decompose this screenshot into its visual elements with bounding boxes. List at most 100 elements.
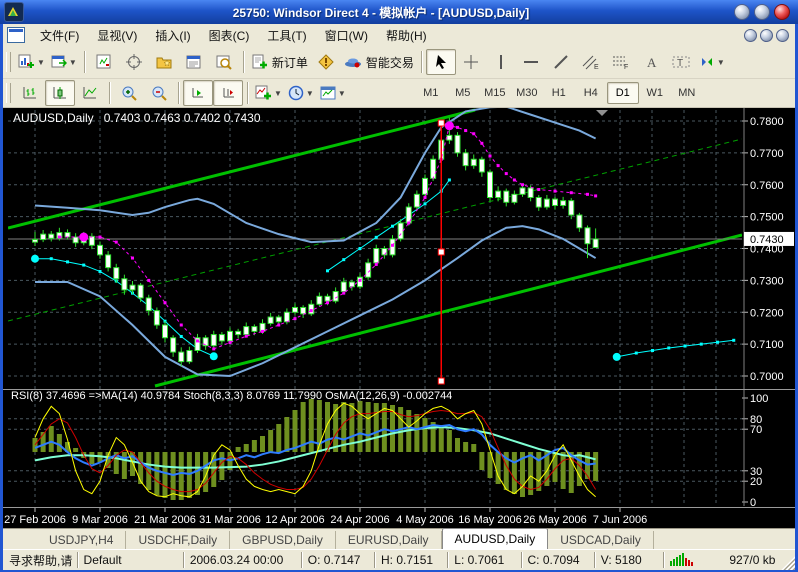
horizontal-line-tool-button[interactable] — [516, 49, 546, 75]
restore-button[interactable] — [754, 4, 770, 20]
market-watch-button[interactable] — [89, 49, 119, 75]
chart-window-icon[interactable] — [7, 27, 25, 43]
indicator-values-label: RSI(8) 37.4696 =>MA(14) 40.9784 Stoch(8,… — [11, 390, 452, 402]
chart-tab-audusd[interactable]: AUDUSD,Daily — [442, 528, 549, 550]
indicators-button[interactable]: ▼ — [252, 80, 285, 106]
chevron-down-icon: ▼ — [69, 58, 77, 67]
svg-text:F: F — [624, 64, 628, 70]
trendline-tool-button[interactable] — [546, 49, 576, 75]
chevron-down-icon: ▼ — [306, 89, 314, 98]
timeframe-button-m1[interactable]: M1 — [415, 82, 447, 104]
line-chart-icon — [82, 85, 98, 101]
svg-text:12 Apr 2006: 12 Apr 2006 — [265, 514, 324, 526]
timeframe-button-d1[interactable]: D1 — [607, 82, 639, 104]
crosshair-target-icon — [126, 54, 142, 70]
window-titlebar[interactable]: 25750: Windsor Direct 4 - 模拟帐户 - [AUDUSD… — [0, 0, 798, 24]
crosshair-tool-button[interactable] — [456, 49, 486, 75]
svg-text:A: A — [647, 55, 657, 70]
svg-text:9 Mar 2006: 9 Mar 2006 — [72, 514, 128, 526]
svg-text:20: 20 — [750, 476, 762, 488]
chart-shift-button[interactable] — [213, 80, 243, 106]
chevron-down-icon: ▼ — [717, 58, 725, 67]
chart-area[interactable]: 0.78000.77000.76000.75000.74000.73000.72… — [3, 108, 795, 528]
chart-symbol-label: AUDUSD,Daily 0.7403 0.7463 0.7402 0.7430 — [13, 111, 261, 125]
chart-tab-eurusd[interactable]: EURUSD,Daily — [336, 531, 442, 549]
child-restore-button[interactable] — [760, 29, 773, 42]
menu-item-2[interactable]: 插入(I) — [146, 24, 199, 47]
profiles-button[interactable]: ▼ — [48, 49, 80, 75]
menu-item-0[interactable]: 文件(F) — [31, 24, 88, 47]
timeframe-button-h4[interactable]: H4 — [575, 82, 607, 104]
fibonacci-icon: F — [612, 54, 630, 70]
timeframe-button-h1[interactable]: H1 — [543, 82, 575, 104]
line-chart-button[interactable] — [75, 80, 105, 106]
new-order-button[interactable]: 新订单 — [248, 49, 311, 75]
timeframe-button-m5[interactable]: M5 — [447, 82, 479, 104]
chart-shift-icon — [220, 85, 236, 101]
bar-chart-icon — [22, 85, 38, 101]
chart-tab-usdjpy[interactable]: USDJPY,H4 — [37, 531, 126, 549]
navigator-button[interactable] — [149, 49, 179, 75]
chart-tab-gbpusd[interactable]: GBPUSD,Daily — [230, 531, 336, 549]
status-close-value: C: 0.7094 — [522, 553, 594, 567]
menu-item-4[interactable]: 工具(T) — [258, 24, 315, 47]
status-bar: 寻求帮助,请 Default 2006.03.24 00:00 O: 0.714… — [3, 549, 795, 570]
menu-item-1[interactable]: 显视(V) — [88, 24, 146, 47]
bar-chart-button[interactable] — [15, 80, 45, 106]
candlestick-chart-button[interactable] — [45, 80, 75, 106]
expert-hat-icon — [344, 54, 362, 70]
profiles-icon — [51, 54, 67, 70]
cursor-tool-button[interactable] — [426, 49, 456, 75]
timeframe-button-w1[interactable]: W1 — [639, 82, 671, 104]
data-window-button[interactable] — [119, 49, 149, 75]
svg-text:0.7800: 0.7800 — [750, 116, 784, 128]
status-traffic: 927/0 kb — [701, 553, 781, 567]
menu-item-6[interactable]: 帮助(H) — [377, 24, 436, 47]
text-tool-button[interactable]: A — [636, 49, 666, 75]
child-close-button[interactable] — [776, 29, 789, 42]
application-window: 25750: Windsor Direct 4 - 模拟帐户 - [AUDUSD… — [0, 0, 798, 572]
channel-tool-button[interactable]: E — [576, 49, 606, 75]
new-chart-icon — [18, 54, 35, 70]
toolbar-grip[interactable] — [6, 83, 11, 103]
periods-button[interactable]: ▼ — [285, 80, 317, 106]
timeframe-button-m30[interactable]: M30 — [511, 82, 543, 104]
terminal-button[interactable] — [179, 49, 209, 75]
status-high-value: H: 0.7151 — [375, 553, 447, 567]
status-profile[interactable]: Default — [78, 553, 183, 567]
menu-item-3[interactable]: 图表(C) — [200, 24, 259, 47]
minimize-button[interactable] — [734, 4, 750, 20]
new-chart-button[interactable]: ▼ — [15, 49, 48, 75]
symbol-period-label: AUDUSD,Daily — [13, 111, 94, 125]
close-button[interactable] — [774, 4, 790, 20]
fibonacci-tool-button[interactable]: F — [606, 49, 636, 75]
timeframe-button-mn[interactable]: MN — [671, 82, 703, 104]
svg-text:0.7200: 0.7200 — [750, 307, 784, 319]
templates-button[interactable]: ▼ — [317, 80, 349, 106]
strategy-tester-button[interactable] — [209, 49, 239, 75]
arrows-tool-button[interactable]: ▼ — [696, 49, 728, 75]
text-label-tool-button[interactable]: T — [666, 49, 696, 75]
ohlc-values-label: 0.7403 0.7463 0.7402 0.7430 — [104, 111, 261, 125]
toolbar-grip[interactable] — [6, 52, 11, 72]
status-open-value: O: 0.7147 — [302, 553, 374, 567]
indicators-icon — [255, 85, 272, 101]
market-watch-icon — [96, 54, 112, 70]
auto-scroll-button[interactable] — [183, 80, 213, 106]
child-minimize-button[interactable] — [744, 29, 757, 42]
timeframe-button-m15[interactable]: M15 — [479, 82, 511, 104]
expert-advisors-button[interactable]: 智能交易 — [341, 49, 417, 75]
zoom-out-button[interactable] — [144, 80, 174, 106]
zoom-in-button[interactable] — [114, 80, 144, 106]
menu-item-5[interactable]: 窗口(W) — [316, 24, 377, 47]
price-chart-canvas[interactable]: 0.78000.77000.76000.75000.74000.73000.72… — [3, 108, 795, 528]
svg-text:7 Jun 2006: 7 Jun 2006 — [593, 514, 647, 526]
standard-toolbar: ▼ ▼ 新订单 智能交易 — [3, 46, 795, 79]
chart-tab-usdchf[interactable]: USDCHF,Daily — [126, 531, 230, 549]
vertical-line-tool-button[interactable] — [486, 49, 516, 75]
metaeditor-button[interactable] — [311, 49, 341, 75]
connection-status-icon — [664, 552, 701, 569]
status-low-value: L: 0.7061 — [448, 553, 520, 567]
resize-grip[interactable] — [781, 556, 795, 570]
chart-tab-usdcad[interactable]: USDCAD,Daily — [548, 531, 654, 549]
